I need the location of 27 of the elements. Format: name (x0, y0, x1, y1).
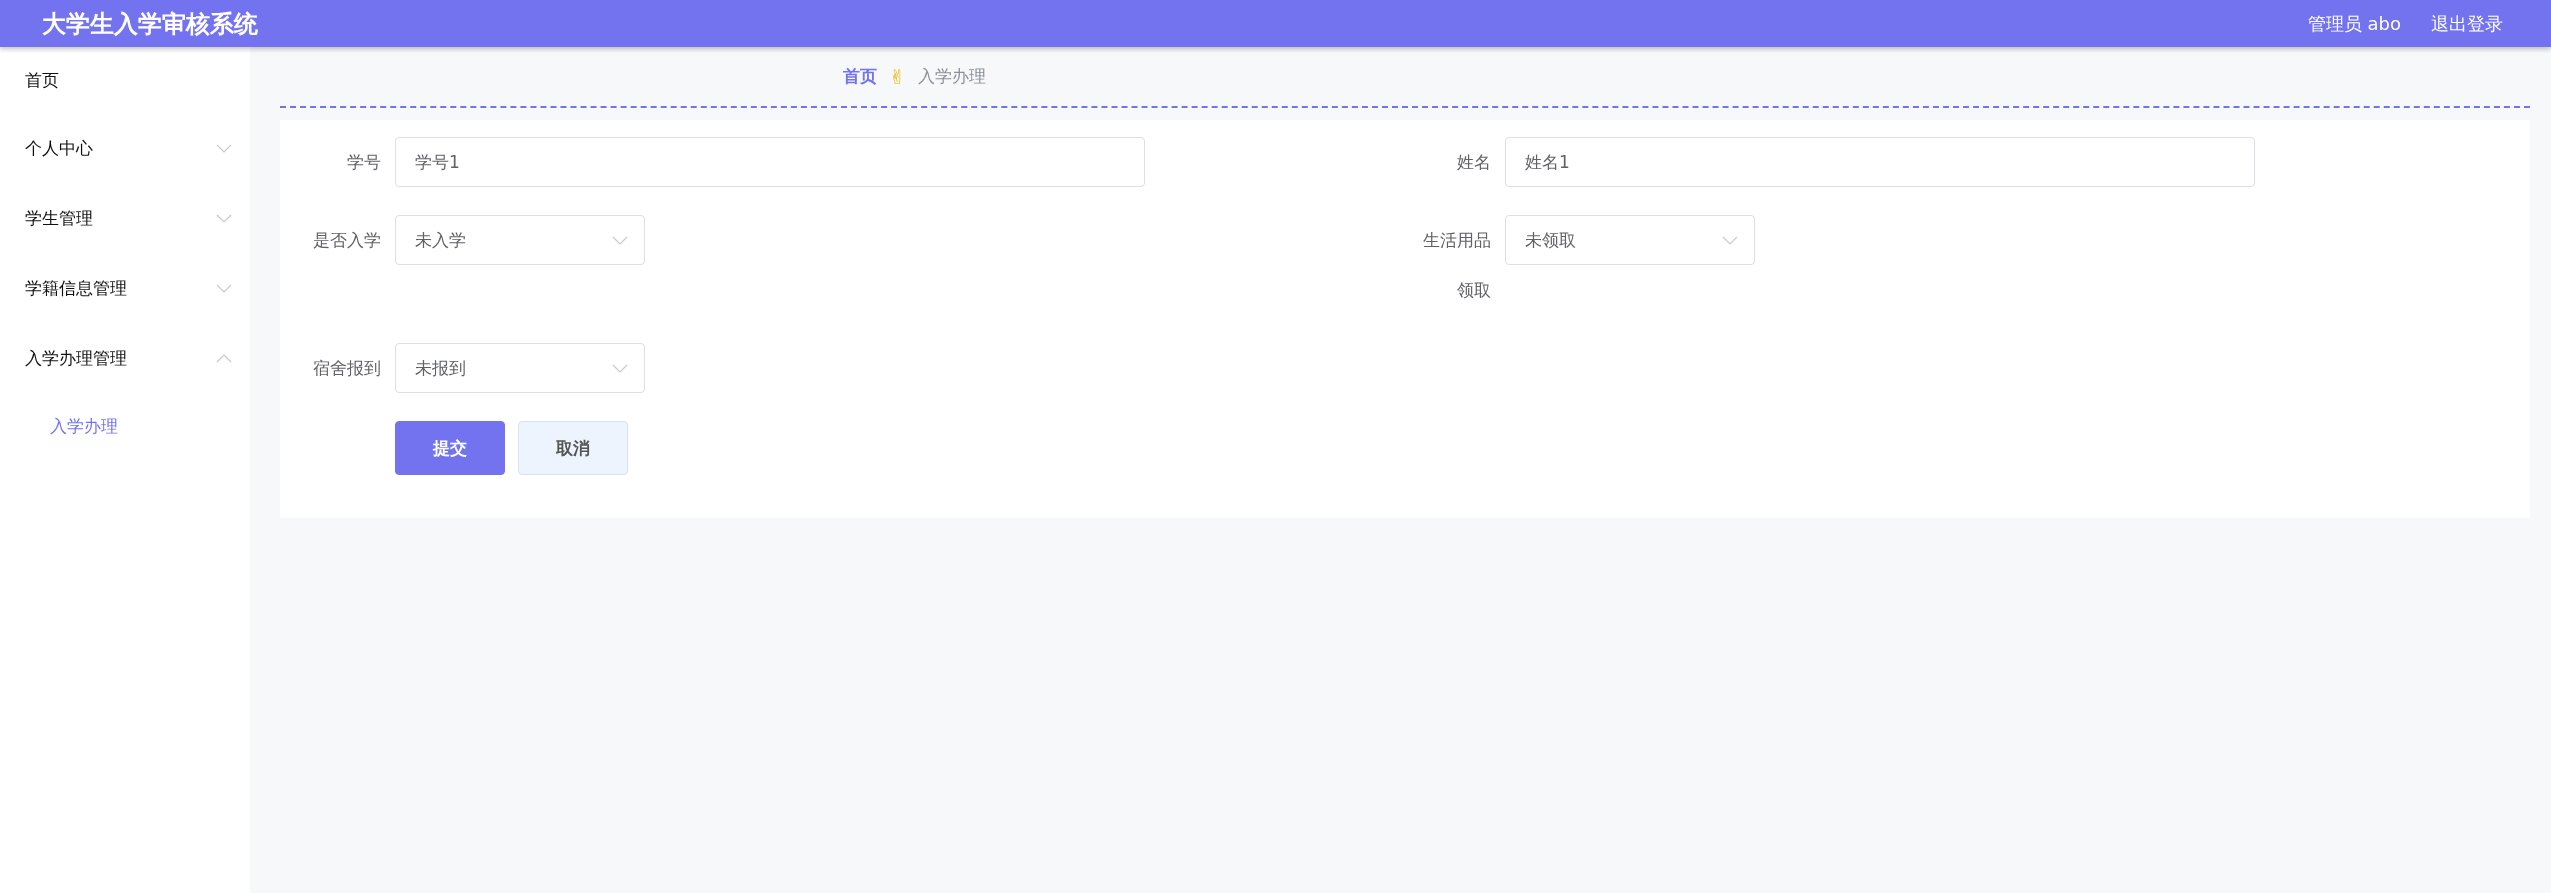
field-label: 是否入学 (312, 229, 382, 252)
logout-link[interactable]: 退出登录 (2431, 11, 2503, 36)
breadcrumb-separator: ✌ (889, 64, 906, 89)
sidebar-subitem[interactable]: 入学办理 (0, 393, 250, 459)
field-label: 姓名 (1456, 151, 1492, 174)
chevron-down-icon (612, 363, 628, 373)
field-label: 宿舍报到 (312, 357, 382, 380)
field-label: 生活用品领取 (1422, 229, 1492, 302)
submit-button[interactable]: 提交 (395, 421, 505, 475)
chevron-down-icon (1722, 235, 1738, 245)
input-field[interactable]: 学号1 (395, 137, 1145, 187)
app-title: 大学生入学审核系统 (42, 8, 258, 40)
cancel-button[interactable]: 取消 (518, 421, 628, 475)
breadcrumb-item[interactable]: 首页 (843, 65, 877, 88)
sidebar-item[interactable]: 首页 (0, 47, 250, 113)
sidebar-item[interactable]: 个人中心 (0, 113, 250, 183)
user-name: 管理员 abo (2307, 11, 2401, 36)
chevron-down-icon (612, 235, 628, 245)
field-label: 学号 (346, 151, 382, 174)
select-field[interactable]: 未入学 (395, 215, 645, 265)
select-field[interactable]: 未领取 (1505, 215, 1755, 265)
sidebar-item[interactable]: 学生管理 (0, 183, 250, 253)
select-field[interactable]: 未报到 (395, 343, 645, 393)
breadcrumb-item: 入学办理 (917, 65, 986, 88)
sidebar-item[interactable]: 学籍信息管理 (0, 253, 250, 323)
sidebar-item[interactable]: 入学办理管理 (0, 323, 250, 393)
input-field[interactable]: 姓名1 (1505, 137, 2255, 187)
